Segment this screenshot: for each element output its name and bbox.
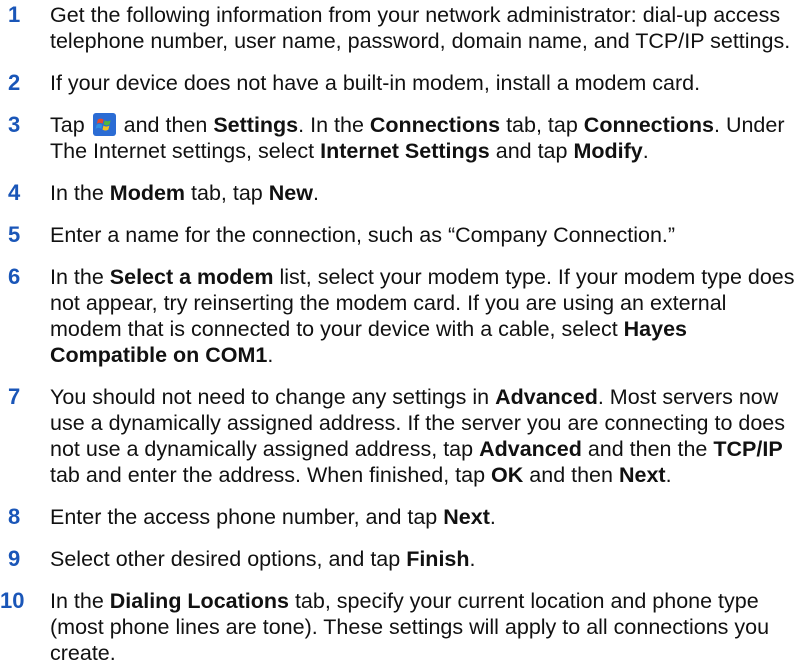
- step-text: In the Select a modem list, select your …: [50, 264, 803, 368]
- text-run: tab and enter the address. When finished…: [50, 463, 486, 487]
- step-number: 1: [8, 2, 21, 27]
- bold-term: TCP/IP: [713, 437, 783, 461]
- bold-term: Connections: [583, 113, 714, 137]
- step-number: 8: [8, 504, 21, 529]
- text-run: .: [267, 343, 274, 367]
- text-run: Select other desired options, and tap: [50, 547, 401, 571]
- text-run: .: [665, 463, 672, 487]
- step-text: Enter the access phone number, and tap N…: [50, 504, 803, 530]
- step-3: 3 Tap and then Settings. In the Connecti…: [0, 112, 803, 164]
- text-run: In the: [50, 181, 104, 205]
- bold-term: Next: [618, 463, 666, 487]
- step-number: 7: [8, 384, 21, 409]
- step-number: 5: [8, 222, 21, 247]
- step-6: 6 In the Select a modem list, select you…: [0, 264, 803, 368]
- step-text: In the Dialing Locations tab, specify yo…: [50, 588, 803, 666]
- bold-term: Advanced: [479, 437, 582, 461]
- step-text: If your device does not have a built-in …: [50, 71, 701, 95]
- bold-term: Select a modem: [109, 265, 274, 289]
- step-number: 2: [8, 70, 21, 95]
- step-text: Enter a name for the connection, such as…: [50, 223, 676, 247]
- step-text: Tap and then Settings. In the Connection…: [50, 112, 803, 164]
- step-10: 10 In the Dialing Locations tab, specify…: [0, 588, 803, 666]
- text-run: .: [642, 139, 649, 163]
- instruction-page: 1 Get the following information from you…: [0, 0, 803, 665]
- step-number: 3: [8, 112, 21, 137]
- bold-term: Modem: [109, 181, 186, 205]
- step-5: 5 Enter a name for the connection, such …: [0, 222, 803, 248]
- text-run: .: [489, 505, 496, 529]
- step-4: 4 In the Modem tab, tap New.: [0, 180, 803, 206]
- bold-term: OK: [491, 463, 524, 487]
- step-text: Select other desired options, and tap Fi…: [50, 546, 803, 572]
- text-run: tab, tap: [506, 113, 578, 137]
- bold-term: Internet Settings: [320, 139, 490, 163]
- text-run: . In the: [298, 113, 364, 137]
- bold-term: Next: [443, 505, 490, 529]
- step-text: Get the following information from your …: [50, 3, 791, 53]
- bold-term: Finish: [406, 547, 470, 571]
- bold-term: Connections: [369, 113, 501, 137]
- step-number: 4: [8, 180, 21, 205]
- bold-term: Advanced: [495, 385, 598, 409]
- step-text: You should not need to change any settin…: [50, 384, 803, 488]
- text-run: In the: [50, 589, 104, 613]
- step-8: 8 Enter the access phone number, and tap…: [0, 504, 803, 530]
- text-run: .: [312, 181, 319, 205]
- text-run: .: [469, 547, 476, 571]
- text-run: and then the: [587, 437, 708, 461]
- text-run: tab, tap: [191, 181, 263, 205]
- text-run: In the: [50, 265, 104, 289]
- text-run: Enter the access phone number, and tap: [50, 505, 438, 529]
- text-run: and then: [529, 463, 613, 487]
- bold-term: Dialing Locations: [109, 589, 289, 613]
- text-run: and tap: [495, 139, 568, 163]
- bold-term: New: [268, 181, 313, 205]
- step-number: 10: [0, 588, 25, 613]
- step-number: 6: [8, 264, 21, 289]
- step-2: 2 If your device does not have a built-i…: [0, 70, 803, 96]
- step-7: 7 You should not need to change any sett…: [0, 384, 803, 488]
- step-text: In the Modem tab, tap New.: [50, 180, 803, 206]
- bold-term: Settings: [213, 113, 299, 137]
- bold-term: Modify: [573, 139, 643, 163]
- text-run: and then: [123, 113, 208, 137]
- text-run: You should not need to change any settin…: [50, 385, 490, 409]
- text-run: Tap: [50, 113, 85, 137]
- step-9: 9 Select other desired options, and tap …: [0, 546, 803, 572]
- step-1: 1 Get the following information from you…: [0, 2, 803, 54]
- step-number: 9: [8, 546, 21, 571]
- windows-start-icon: [92, 113, 116, 136]
